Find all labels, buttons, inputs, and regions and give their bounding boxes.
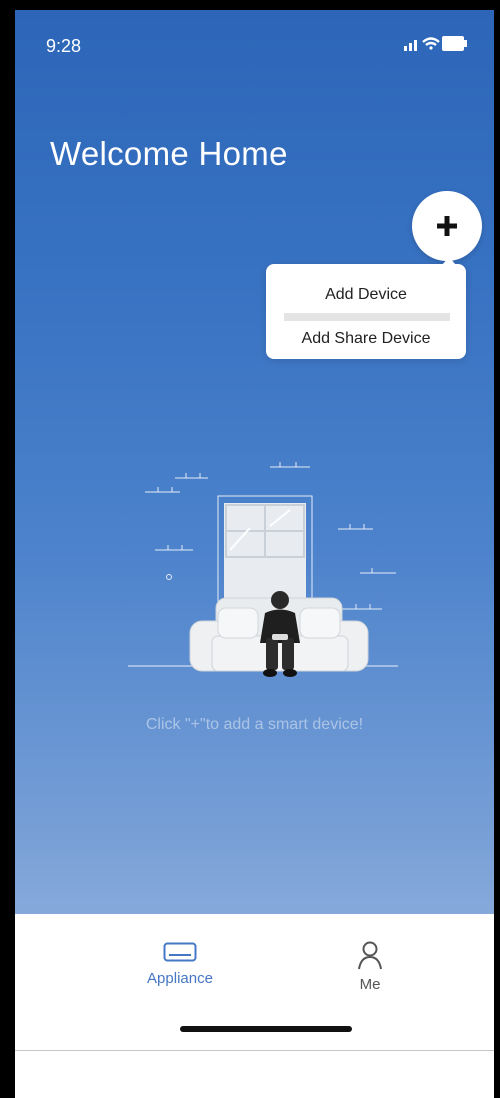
menu-divider — [284, 313, 450, 321]
plus-icon — [437, 216, 457, 236]
tab-me-label: Me — [359, 976, 381, 993]
frame-border-top — [0, 0, 500, 10]
empty-room-illustration — [128, 462, 398, 677]
status-time: 9:28 — [46, 36, 82, 56]
wifi-icon — [422, 37, 440, 50]
tab-appliance-label: Appliance — [147, 970, 213, 987]
page-title: Welcome Home — [50, 135, 288, 172]
hero-background: 9:28 Welcome Home Add Device Add Share D… — [15, 10, 494, 914]
frame-border-left — [0, 0, 15, 1098]
menu-item-add-device[interactable]: Add Device — [266, 286, 466, 304]
frame-border-right — [494, 0, 500, 1098]
battery-icon — [442, 36, 467, 51]
tab-appliance[interactable]: Appliance — [120, 942, 240, 987]
tab-me[interactable]: Me — [310, 940, 430, 993]
status-icons — [402, 30, 472, 60]
home-indicator — [180, 1026, 352, 1032]
add-button[interactable] — [412, 191, 482, 261]
air-conditioner-icon — [163, 942, 197, 962]
menu-item-add-share-device[interactable]: Add Share Device — [266, 330, 466, 348]
signal-icon — [404, 40, 417, 51]
person-icon — [358, 941, 382, 970]
phone-screen: 9:28 Welcome Home Add Device Add Share D… — [15, 10, 494, 1051]
empty-state-hint: Click "+"to add a smart device! — [145, 716, 364, 733]
add-menu-popup: Add Device Add Share Device — [266, 257, 466, 359]
bottom-tab-bar: Appliance Me — [15, 914, 494, 1050]
